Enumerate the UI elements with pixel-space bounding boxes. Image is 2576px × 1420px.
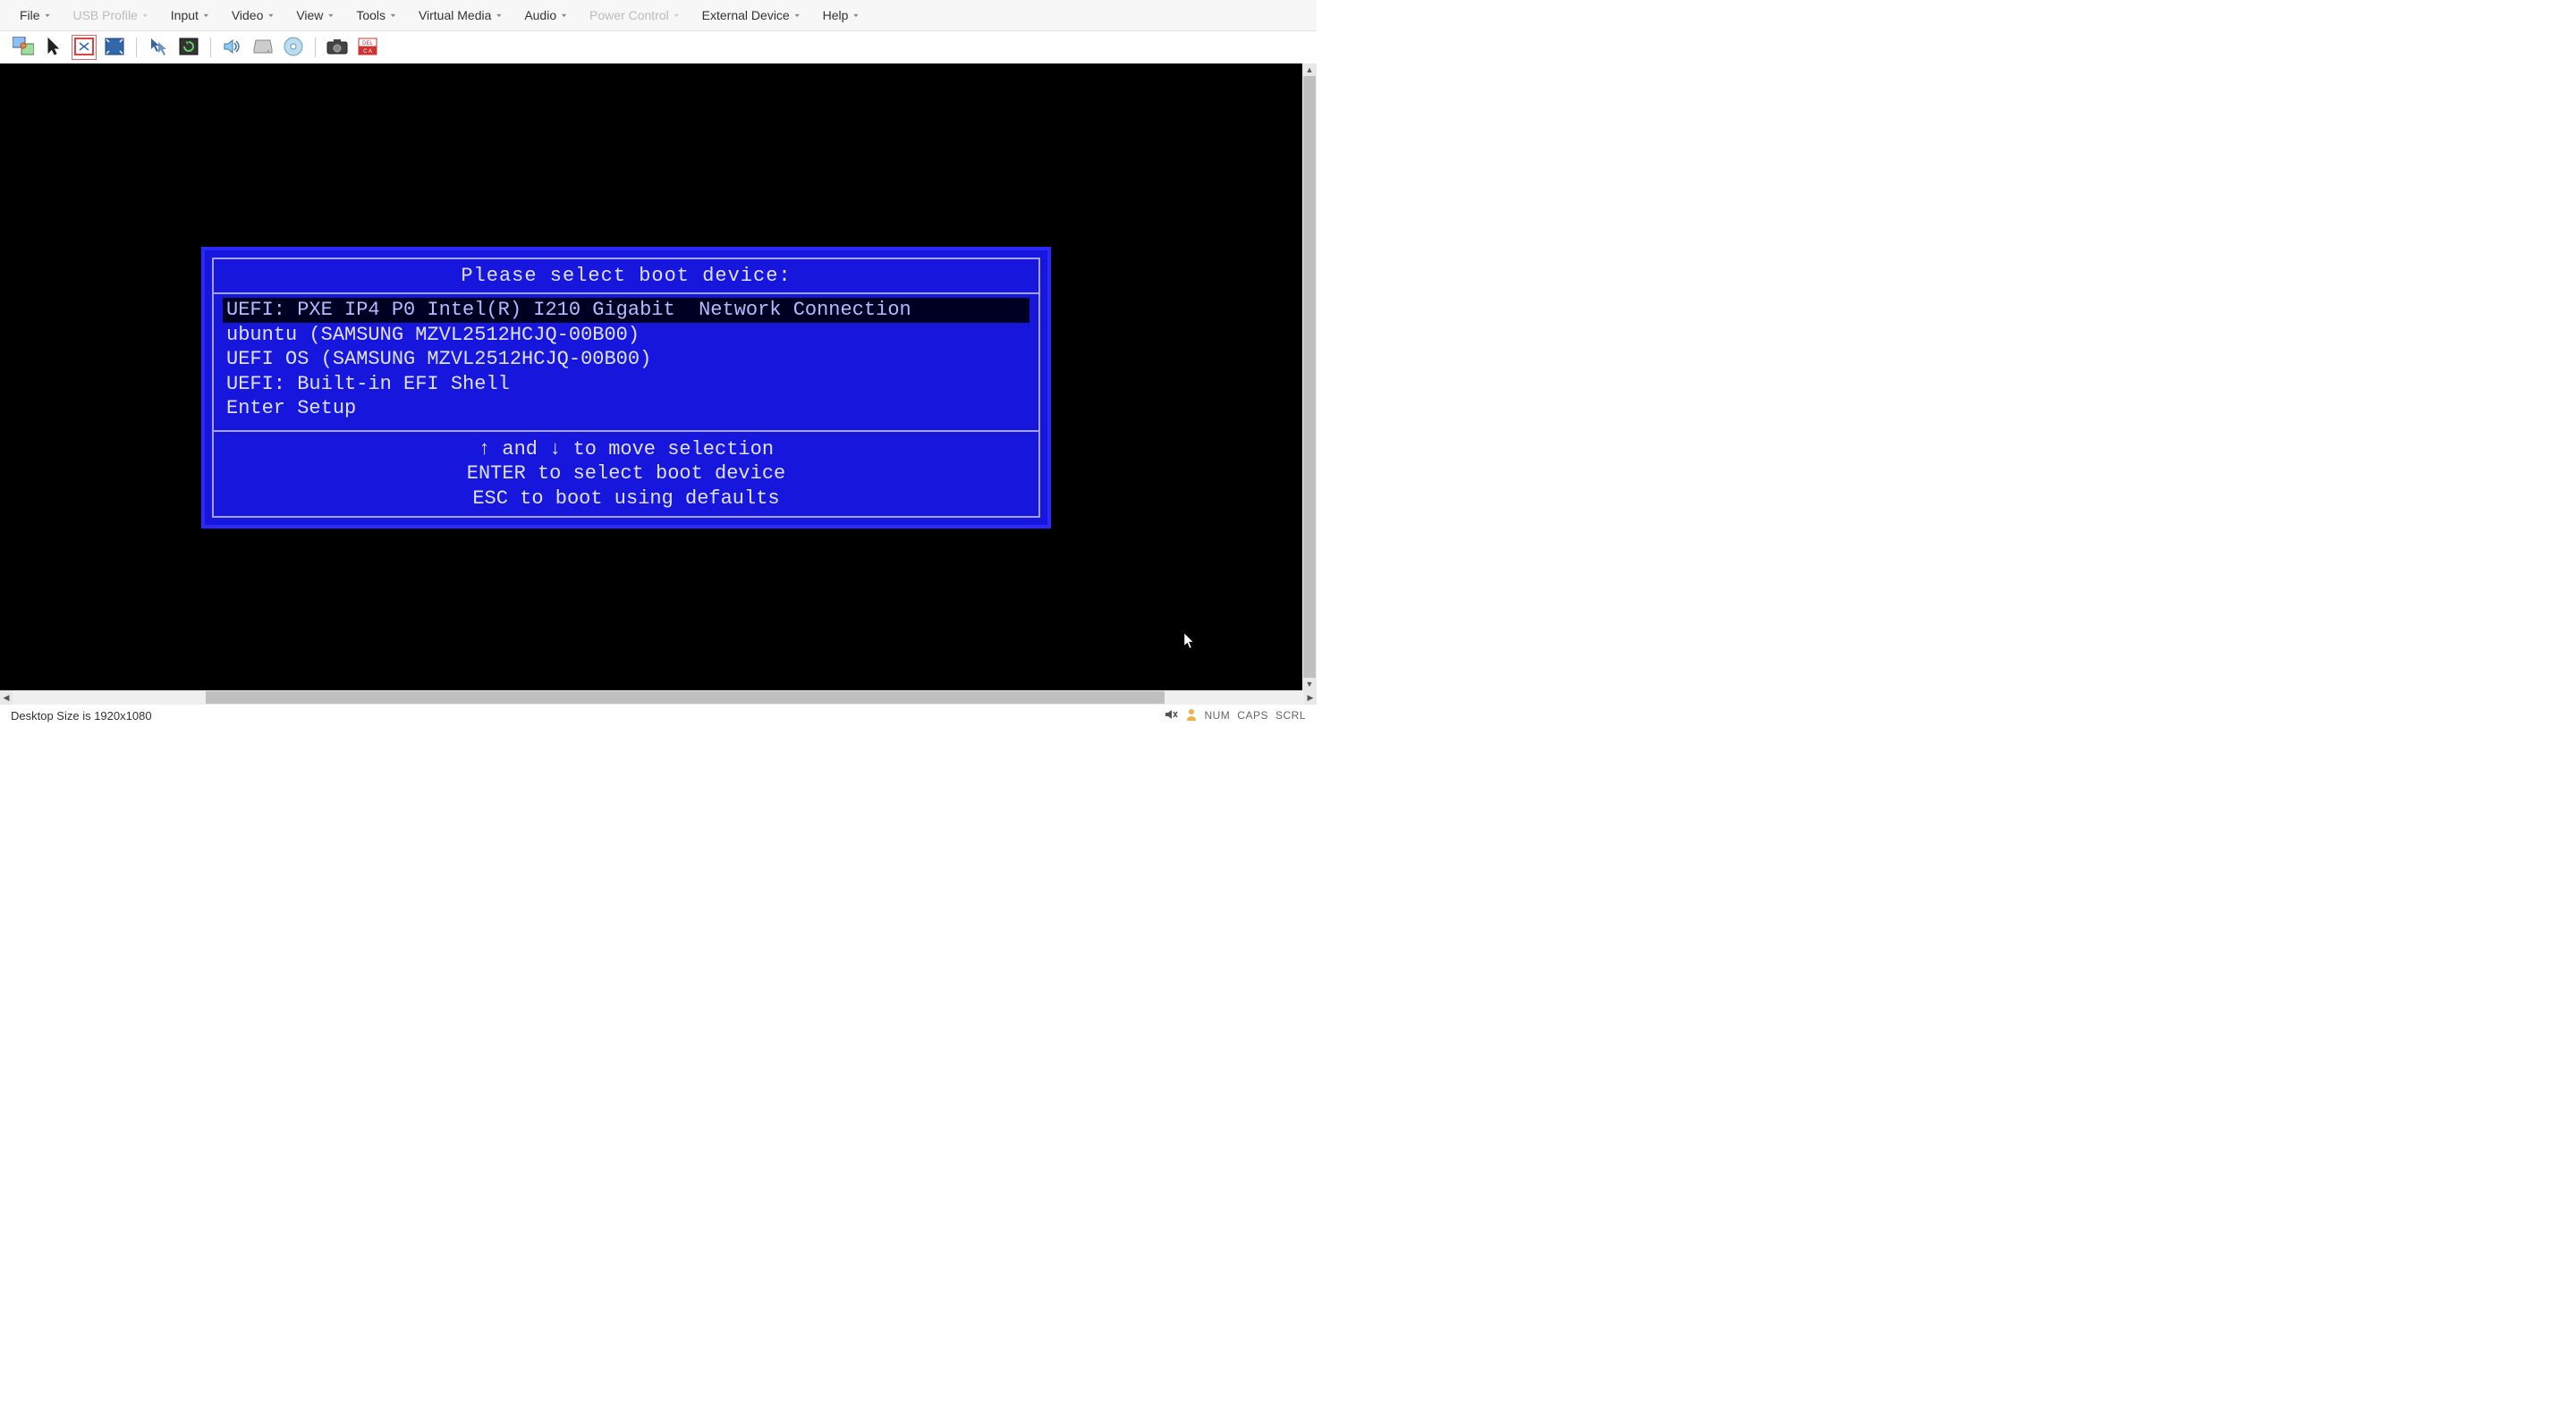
boot-help-line2: ENTER to select boot device: [214, 461, 1038, 486]
menu-file-label: File: [20, 8, 40, 22]
main-menu-bar: File ▼ USB Profile ▼ Input ▼ Video ▼ Vie…: [0, 0, 1317, 31]
toolbar-ctrl-alt-del-button[interactable]: DEL C A: [355, 35, 380, 60]
boot-option-1[interactable]: ubuntu (SAMSUNG MZVL2512HCJQ-00B00): [223, 323, 1030, 348]
toolbar-connect-button[interactable]: [11, 35, 36, 60]
menu-input[interactable]: Input ▼: [160, 4, 221, 27]
vertical-scroll-thumb[interactable]: [1303, 76, 1316, 678]
boot-options-list: UEFI: PXE IP4 P0 Intel(R) I210 Gigabit N…: [214, 294, 1038, 421]
chevron-down-icon: ▼: [44, 13, 52, 18]
toolbar-hdd-button[interactable]: [250, 35, 275, 60]
toolbar: DEL C A: [0, 31, 1317, 63]
status-desktop-size: Desktop Size is 1920x1080: [11, 709, 1156, 723]
boot-menu: Please select boot device: UEFI: PXE IP4…: [201, 247, 1051, 528]
menu-input-label: Input: [171, 8, 199, 22]
boot-inner: Please select boot device: UEFI: PXE IP4…: [212, 258, 1040, 518]
svg-text:C A: C A: [363, 49, 372, 55]
menu-usb-profile-label: USB Profile: [72, 8, 137, 22]
screenshot-icon: [326, 38, 348, 57]
fullscreen-icon: [105, 38, 124, 58]
toolbar-screenshot-button[interactable]: [325, 35, 350, 60]
cursor-icon: [45, 37, 63, 59]
refresh-video-icon: [179, 38, 199, 58]
chevron-down-icon: ▼: [852, 13, 860, 18]
scroll-down-icon[interactable]: ▼: [1302, 678, 1317, 690]
toolbar-mouse-sync-button[interactable]: [146, 35, 171, 60]
boot-option-4[interactable]: Enter Setup: [223, 396, 1030, 421]
menu-help[interactable]: Help ▼: [812, 4, 871, 27]
status-bar: Desktop Size is 1920x1080 NUM CAPS SCRL: [0, 705, 1317, 726]
toolbar-separator: [315, 38, 316, 57]
menu-power-control: Power Control ▼: [579, 4, 691, 27]
chevron-down-icon: ▼: [202, 13, 210, 18]
user-icon: [1186, 708, 1197, 723]
hdd-icon: [253, 38, 273, 57]
menu-tools-label: Tools: [356, 8, 386, 22]
chevron-down-icon: ▼: [673, 13, 681, 18]
mouse-sync-icon: [148, 37, 168, 59]
num-lock-indicator: NUM: [1204, 709, 1230, 722]
toolbar-fit-button[interactable]: [72, 35, 97, 60]
menu-power-control-label: Power Control: [589, 8, 669, 22]
menu-virtual-media-label: Virtual Media: [419, 8, 491, 22]
boot-help-line3: ESC to boot using defaults: [214, 486, 1038, 511]
cd-dvd-icon: [284, 37, 303, 59]
menu-usb-profile: USB Profile ▼: [62, 4, 159, 27]
menu-view[interactable]: View ▼: [285, 4, 345, 27]
toolbar-cd-button[interactable]: [281, 35, 306, 60]
menu-audio[interactable]: Audio ▼: [513, 4, 579, 27]
vertical-scrollbar[interactable]: ▲ ▼: [1302, 63, 1317, 690]
ctrl-alt-del-icon: DEL C A: [358, 38, 377, 58]
chevron-down-icon: ▼: [141, 13, 149, 18]
boot-option-3[interactable]: UEFI: Built-in EFI Shell: [223, 372, 1030, 397]
boot-help-line1: ↑ and ↓ to move selection: [214, 437, 1038, 462]
menu-help-label: Help: [823, 8, 849, 22]
menu-video[interactable]: Video ▼: [221, 4, 285, 27]
horizontal-scrollbar[interactable]: ◀ ▶: [0, 690, 1317, 705]
toolbar-audio-button[interactable]: [220, 35, 245, 60]
boot-option-0[interactable]: UEFI: PXE IP4 P0 Intel(R) I210 Gigabit N…: [223, 298, 1030, 323]
mute-icon: [1165, 709, 1179, 723]
boot-option-2[interactable]: UEFI OS (SAMSUNG MZVL2512HCJQ-00B00): [223, 347, 1030, 372]
menu-audio-label: Audio: [524, 8, 556, 22]
status-right: NUM CAPS SCRL: [1165, 708, 1306, 723]
toolbar-cursor-button[interactable]: [41, 35, 66, 60]
chevron-down-icon: ▼: [326, 13, 335, 18]
toolbar-separator: [210, 38, 211, 57]
chevron-down-icon: ▼: [495, 13, 503, 18]
svg-text:DEL: DEL: [362, 41, 373, 46]
caps-lock-indicator: CAPS: [1237, 709, 1268, 722]
scroll-left-icon[interactable]: ◀: [0, 690, 13, 705]
scroll-up-icon[interactable]: ▲: [1302, 63, 1317, 76]
chevron-down-icon: ▼: [560, 13, 568, 18]
remote-console[interactable]: Please select boot device: UEFI: PXE IP4…: [0, 63, 1317, 690]
chevron-down-icon: ▼: [389, 13, 397, 18]
toolbar-separator: [136, 38, 137, 57]
horizontal-scroll-thumb[interactable]: [206, 691, 1165, 704]
menu-view-label: View: [296, 8, 323, 22]
menu-file[interactable]: File ▼: [9, 4, 62, 27]
boot-help: ↑ and ↓ to move selection ENTER to selec…: [214, 430, 1038, 511]
remote-cursor-icon: [1183, 632, 1196, 655]
boot-title: Please select boot device:: [214, 265, 1038, 294]
menu-virtual-media[interactable]: Virtual Media ▼: [408, 4, 513, 27]
fit-screen-icon: [74, 38, 94, 58]
scroll-right-icon[interactable]: ▶: [1304, 690, 1317, 705]
audio-icon: [223, 38, 242, 58]
toolbar-fullscreen-button[interactable]: [102, 35, 127, 60]
chevron-down-icon: ▼: [267, 13, 275, 18]
connect-icon: [13, 37, 34, 59]
menu-external-device-label: External Device: [702, 8, 790, 22]
menu-tools[interactable]: Tools ▼: [345, 4, 408, 27]
menu-external-device[interactable]: External Device ▼: [691, 4, 812, 27]
toolbar-refresh-button[interactable]: [176, 35, 201, 60]
chevron-down-icon: ▼: [793, 13, 801, 18]
content-wrap: Please select boot device: UEFI: PXE IP4…: [0, 63, 1317, 705]
scroll-lock-indicator: SCRL: [1275, 709, 1306, 722]
menu-video-label: Video: [232, 8, 264, 22]
